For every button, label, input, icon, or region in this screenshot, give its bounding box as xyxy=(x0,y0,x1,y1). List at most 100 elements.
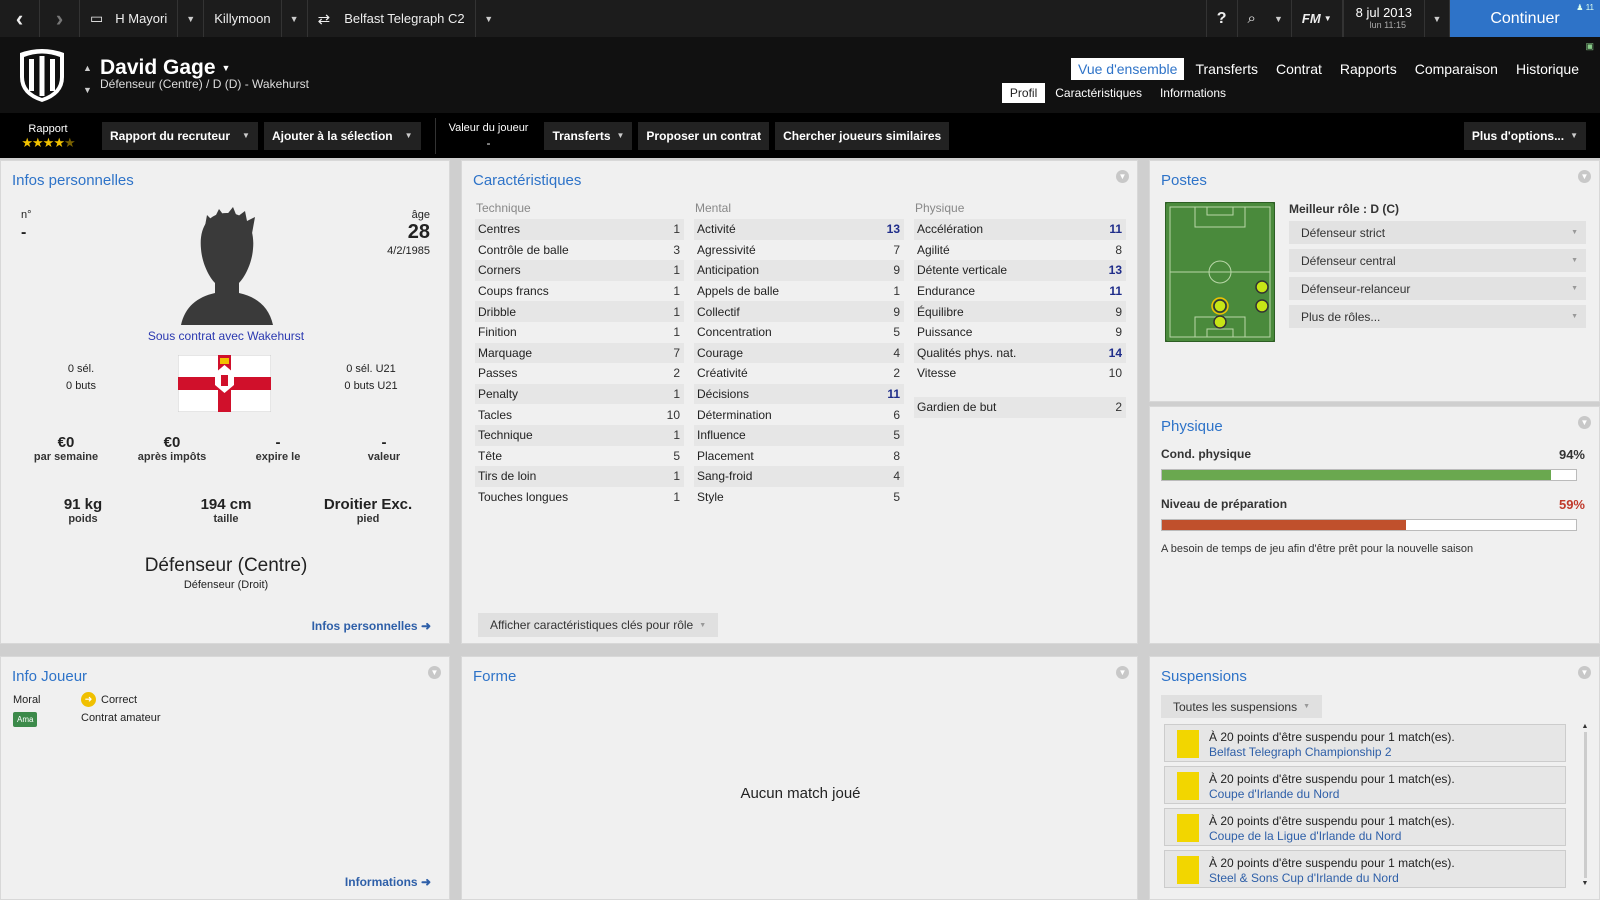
informations-link[interactable]: Informations ➜ xyxy=(345,875,431,889)
number-label: n° xyxy=(21,209,32,221)
attribute-value: 2 xyxy=(1115,400,1122,415)
panel-options-icon[interactable]: ▼ xyxy=(1116,666,1129,679)
attribute-row: Contrôle de balle 3 xyxy=(475,240,684,261)
scroll-track[interactable] xyxy=(1583,732,1587,878)
chevron-down-icon: ▼ xyxy=(1571,257,1578,264)
rapport-recruteur-button[interactable]: Rapport du recruteur ▼ xyxy=(102,121,258,150)
subtab-caracteristiques[interactable]: Caractéristiques xyxy=(1047,83,1150,103)
panel-options-icon[interactable]: ▼ xyxy=(1578,416,1591,429)
plus-options-button[interactable]: Plus d'options... ▼ xyxy=(1463,121,1586,150)
player-name-dropdown-icon[interactable]: ▼ xyxy=(222,63,231,73)
attribute-name: Passes xyxy=(478,366,518,381)
suspension-item[interactable]: À 20 points d'être suspendu pour 1 match… xyxy=(1164,766,1566,804)
panel-options-icon[interactable]: ▼ xyxy=(1578,666,1591,679)
position-pitch[interactable] xyxy=(1165,202,1275,342)
attribute-value: 9 xyxy=(1115,304,1122,319)
attribute-name: Anticipation xyxy=(697,263,760,278)
club-menu[interactable]: Killymoon xyxy=(204,0,282,37)
attribute-name: Penalty xyxy=(478,387,519,402)
forward-button[interactable]: › xyxy=(40,0,80,37)
role-plus-de-roles[interactable]: Plus de rôles... ▼ xyxy=(1289,305,1586,328)
suspensions-title[interactable]: Suspensions xyxy=(1161,668,1247,685)
proposer-contrat-button[interactable]: Proposer un contrat xyxy=(638,121,770,150)
player-value: Valeur du joueur - xyxy=(439,121,539,151)
suspension-competition[interactable]: Coupe d'Irlande du Nord xyxy=(1209,787,1339,801)
forme-empty-message: Aucun match joué xyxy=(740,785,861,802)
attribute-row: Corners 1 xyxy=(475,260,684,281)
attribute-value: 3 xyxy=(673,242,680,257)
caracteristiques-title[interactable]: Caractéristiques xyxy=(473,172,581,189)
manager-menu[interactable]: ▭ H Mayori xyxy=(80,0,179,37)
player-silhouette xyxy=(181,207,273,325)
top-bar: ‹ › ▭ H Mayori ▼ Killymoon ▼ ⇄ Belfast T… xyxy=(0,0,1600,37)
suspension-item[interactable]: À 20 points d'être suspendu pour 1 match… xyxy=(1164,724,1566,762)
competition-menu[interactable]: ⇄ Belfast Telegraph C2 xyxy=(308,0,476,37)
transferts-button[interactable]: Transferts ▼ xyxy=(544,121,633,150)
subtab-informations[interactable]: Informations xyxy=(1152,83,1234,103)
suspensions-panel: Suspensions ▼ Toutes les suspensions ▼ À … xyxy=(1149,656,1600,900)
search-icon[interactable]: ⌕ xyxy=(1238,0,1266,37)
attribute-value: 1 xyxy=(673,490,680,505)
condition-bar-fill xyxy=(1162,470,1552,480)
technique-header: Technique xyxy=(476,201,531,215)
suspension-item[interactable]: À 20 points d'être suspendu pour 1 match… xyxy=(1164,850,1566,888)
manager-dropdown[interactable]: ▼ xyxy=(178,0,205,37)
role-defenseur-central[interactable]: Défenseur central ▼ xyxy=(1289,249,1586,272)
physique-header: Physique xyxy=(915,201,965,215)
role-defenseur-relanceur[interactable]: Défenseur-relanceur ▼ xyxy=(1289,277,1586,300)
attribute-row: Équilibre 9 xyxy=(914,301,1126,322)
contract-club-link[interactable]: Sous contrat avec Wakehurst xyxy=(1,329,451,343)
panel-options-icon[interactable]: ▼ xyxy=(1578,170,1591,183)
scroll-down-icon[interactable]: ▼ xyxy=(1581,880,1589,887)
subtab-profil[interactable]: Profil xyxy=(1001,83,1046,103)
tab-historique[interactable]: Historique xyxy=(1509,58,1586,80)
suspension-competition[interactable]: Coupe de la Ligue d'Irlande du Nord xyxy=(1209,829,1401,843)
tab-rapports[interactable]: Rapports xyxy=(1333,58,1404,80)
attribute-value: 5 xyxy=(673,448,680,463)
age-label: âge xyxy=(411,209,430,221)
scroll-up-icon[interactable]: ▲ xyxy=(1581,723,1589,730)
ajouter-selection-button[interactable]: Ajouter à la sélection ▼ xyxy=(263,121,421,150)
continue-label: Continuer xyxy=(1490,9,1560,27)
position-dot-dd xyxy=(1255,299,1269,313)
back-button[interactable]: ‹ xyxy=(0,0,40,37)
tab-transferts[interactable]: Transferts xyxy=(1188,58,1265,80)
info-joueur-title[interactable]: Info Joueur xyxy=(12,668,87,685)
suspension-item[interactable]: À 20 points d'être suspendu pour 1 match… xyxy=(1164,808,1566,846)
physique-title[interactable]: Physique xyxy=(1161,418,1223,435)
chercher-similaires-button[interactable]: Chercher joueurs similaires xyxy=(775,121,950,150)
infos-personnelles-link[interactable]: Infos personnelles ➜ xyxy=(312,619,431,633)
scrollbar[interactable]: ▲ ▼ xyxy=(1581,723,1589,895)
tab-contrat[interactable]: Contrat xyxy=(1269,58,1329,80)
club-dropdown[interactable]: ▼ xyxy=(282,0,308,37)
rapport-rating[interactable]: Rapport ★★★★★ xyxy=(0,122,96,150)
contract-expiry: - expire le xyxy=(228,434,328,463)
date-dropdown[interactable]: ▼ xyxy=(1424,0,1450,37)
suspension-text: À 20 points d'être suspendu pour 1 match… xyxy=(1209,730,1455,744)
search-dropdown[interactable]: ▼ xyxy=(1266,0,1292,37)
after-tax-value: €0 xyxy=(163,434,181,451)
yellow-card-icon xyxy=(1177,856,1199,884)
tab-comparaison[interactable]: Comparaison xyxy=(1408,58,1505,80)
continue-button[interactable]: Continuer ♟ 11 xyxy=(1450,0,1600,37)
window-icon[interactable]: ▣ xyxy=(1585,41,1594,52)
panel-options-icon[interactable]: ▼ xyxy=(428,666,441,679)
suspensions-filter[interactable]: Toutes les suspensions ▼ xyxy=(1161,695,1323,718)
infos-title[interactable]: Infos personnelles xyxy=(12,172,134,189)
competition-dropdown[interactable]: ▼ xyxy=(476,0,502,37)
fm-menu[interactable]: FM ▼ xyxy=(1292,0,1343,37)
panel-options-icon[interactable]: ▼ xyxy=(1116,170,1129,183)
player-nav-arrows[interactable]: ▲ ▼ xyxy=(83,57,92,101)
attribute-row: Agilité 8 xyxy=(914,240,1126,261)
postes-title[interactable]: Postes xyxy=(1161,172,1207,189)
forme-title[interactable]: Forme xyxy=(473,668,516,685)
chevron-down-icon: ▼ xyxy=(1571,229,1578,236)
key-attributes-role-button[interactable]: Afficher caractéristiques clés pour rôle… xyxy=(478,613,719,637)
attribute-row: Détermination 6 xyxy=(694,404,904,425)
attribute-row: Tacles 10 xyxy=(475,404,684,425)
suspension-competition[interactable]: Belfast Telegraph Championship 2 xyxy=(1209,745,1392,759)
role-defenseur-strict[interactable]: Défenseur strict ▼ xyxy=(1289,221,1586,244)
help-icon[interactable]: ? xyxy=(1205,0,1238,37)
tab-vue-ensemble[interactable]: Vue d'ensemble xyxy=(1071,58,1185,80)
suspension-competition[interactable]: Steel & Sons Cup d'Irlande du Nord xyxy=(1209,871,1399,885)
